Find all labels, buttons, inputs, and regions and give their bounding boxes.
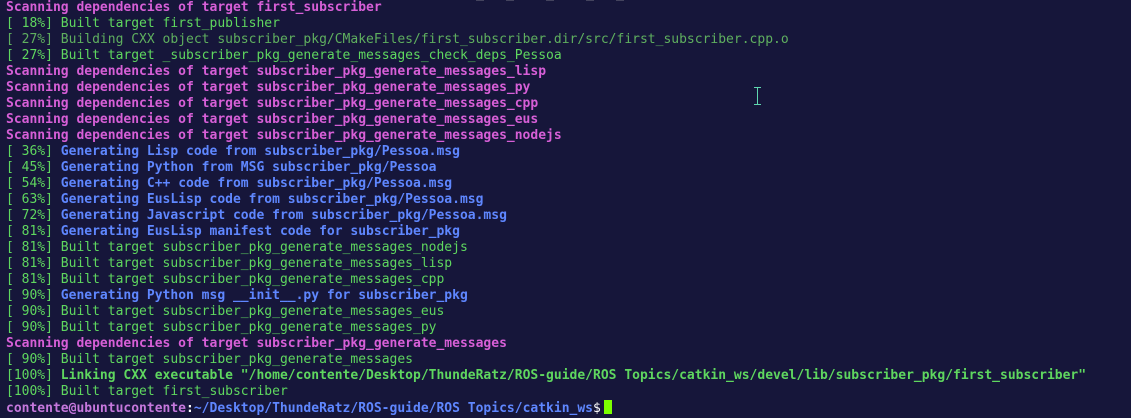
progress-percent: [ 90%] [6, 304, 53, 319]
terminal-line-scan: Scanning dependencies of target first_su… [6, 0, 1131, 16]
terminal-line-scan: Scanning dependencies of target subscrib… [6, 128, 1131, 144]
terminal-line-built: [ 81%] Built target subscriber_pkg_gener… [6, 272, 1131, 288]
prompt-symbol: $ [593, 401, 601, 416]
progress-percent: [ 18%] [6, 16, 53, 31]
line-text: Built target subscriber_pkg_generate_mes… [52, 352, 413, 367]
line-text: Built target subscriber_pkg_generate_mes… [52, 240, 468, 255]
progress-percent: [ 81%] [6, 224, 53, 239]
line-text: Generating Javascript code from subscrib… [52, 208, 507, 223]
progress-percent: [ 27%] [6, 32, 53, 47]
progress-percent: [ 63%] [6, 192, 53, 207]
line-text: Generating Lisp code from subscriber_pkg… [52, 144, 460, 159]
line-text: Built target _subscriber_pkg_generate_me… [52, 48, 562, 63]
line-text: Scanning dependencies of target subscrib… [6, 80, 531, 95]
line-text: Built target subscriber_pkg_generate_mes… [52, 320, 437, 335]
line-text: Built target first_publisher [52, 16, 280, 31]
terminal-line-generating: [ 90%] Generating Python msg __init__.py… [6, 288, 1131, 304]
terminal-line-built: [ 18%] Built target first_publisher [6, 16, 1131, 32]
terminal-output: Scanning dependencies of target first_su… [6, 0, 1131, 416]
terminal-line-generating: [ 72%] Generating Javascript code from s… [6, 208, 1131, 224]
progress-percent: [100%] [6, 368, 53, 383]
line-text: Linking CXX executable "/home/contente/D… [52, 368, 1087, 383]
progress-percent: [100%] [6, 384, 53, 399]
line-text: Generating Python msg __init__.py for su… [52, 288, 468, 303]
terminal-line-scan: Scanning dependencies of target subscrib… [6, 80, 1131, 96]
terminal-line-built: [ 81%] Built target subscriber_pkg_gener… [6, 256, 1131, 272]
prompt-user-host: contente@ubuntucontente [6, 401, 187, 416]
progress-percent: [ 54%] [6, 176, 53, 191]
progress-percent: [ 81%] [6, 240, 53, 255]
shell-prompt[interactable]: contente@ubuntucontente:~/Desktop/Thunde… [6, 400, 1131, 416]
terminal-line-generating: [ 45%] Generating Python from MSG subscr… [6, 160, 1131, 176]
terminal-line-link: [100%] Linking CXX executable "/home/con… [6, 368, 1131, 384]
progress-percent: [ 81%] [6, 256, 53, 271]
text-cursor-ibeam-icon [754, 86, 762, 106]
prompt-path: ~/Desktop/ThundeRatz/ROS-guide/ROS Topic… [193, 401, 594, 416]
line-text: Generating C++ code from subscriber_pkg/… [52, 176, 453, 191]
progress-percent: [ 90%] [6, 288, 53, 303]
terminal-window[interactable]: Scanning dependencies of target first_su… [0, 0, 1131, 418]
terminal-line-generating: [ 81%] Generating EusLisp manifest code … [6, 224, 1131, 240]
line-text: Built target first_subscriber [52, 384, 288, 399]
terminal-line-built: [ 27%] Built target _subscriber_pkg_gene… [6, 48, 1131, 64]
terminal-line-built: [ 90%] Built target subscriber_pkg_gener… [6, 352, 1131, 368]
line-text: Generating EusLisp manifest code for sub… [52, 224, 460, 239]
terminal-cursor[interactable] [603, 400, 612, 414]
terminal-line-scan: Scanning dependencies of target subscrib… [6, 64, 1131, 80]
line-text: Scanning dependencies of target subscrib… [6, 336, 507, 351]
progress-percent: [ 72%] [6, 208, 53, 223]
terminal-line-generating: [ 36%] Generating Lisp code from subscri… [6, 144, 1131, 160]
line-text: Generating EusLisp code from subscriber_… [52, 192, 484, 207]
terminal-line-building: [ 27%] Building CXX object subscriber_pk… [6, 32, 1131, 48]
progress-percent: [ 27%] [6, 48, 53, 63]
line-text: Generating Python from MSG subscriber_pk… [52, 160, 437, 175]
terminal-line-built: [ 81%] Built target subscriber_pkg_gener… [6, 240, 1131, 256]
line-text: Scanning dependencies of target first_su… [6, 0, 382, 15]
terminal-line-scan: Scanning dependencies of target subscrib… [6, 96, 1131, 112]
progress-percent: [ 90%] [6, 352, 53, 367]
line-text: Built target subscriber_pkg_generate_mes… [52, 304, 445, 319]
line-text: Scanning dependencies of target subscrib… [6, 64, 547, 79]
progress-percent: [ 90%] [6, 320, 53, 335]
line-text: Built target subscriber_pkg_generate_mes… [52, 272, 445, 287]
terminal-line-built: [ 90%] Built target subscriber_pkg_gener… [6, 304, 1131, 320]
terminal-line-generating: [ 63%] Generating EusLisp code from subs… [6, 192, 1131, 208]
line-text: Built target subscriber_pkg_generate_mes… [52, 256, 453, 271]
line-text: Scanning dependencies of target subscrib… [6, 96, 539, 111]
progress-percent: [ 36%] [6, 144, 53, 159]
terminal-line-generating: [ 54%] Generating C++ code from subscrib… [6, 176, 1131, 192]
progress-percent: [ 45%] [6, 160, 53, 175]
terminal-line-scan: Scanning dependencies of target subscrib… [6, 112, 1131, 128]
terminal-line-built: [ 90%] Built target subscriber_pkg_gener… [6, 320, 1131, 336]
line-text: Scanning dependencies of target subscrib… [6, 128, 562, 143]
line-text: Building CXX object subscriber_pkg/CMake… [52, 32, 789, 47]
prompt-separator: : [186, 401, 194, 416]
progress-percent: [ 81%] [6, 272, 53, 287]
terminal-line-built: [100%] Built target first_subscriber [6, 384, 1131, 400]
terminal-line-scan: Scanning dependencies of target subscrib… [6, 336, 1131, 352]
line-text: Scanning dependencies of target subscrib… [6, 112, 539, 127]
